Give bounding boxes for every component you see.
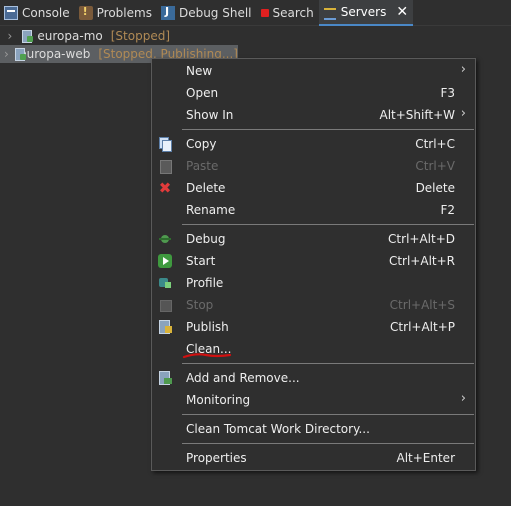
profile-icon: [158, 276, 172, 290]
tab-problems-label: Problems: [96, 6, 152, 20]
debug-shell-icon: [160, 5, 175, 20]
menu-item-label: Monitoring: [186, 393, 251, 407]
menu-item-paste: Paste Ctrl+V: [152, 155, 475, 177]
menu-item-rename[interactable]: Rename F2: [152, 199, 475, 221]
tab-debug-shell-label: Debug Shell: [178, 6, 252, 20]
server-status: [Stopped]: [110, 29, 170, 43]
menu-item-label: Publish: [186, 320, 229, 334]
menu-item-open[interactable]: Open F3: [152, 82, 475, 104]
menu-item-label: Rename: [186, 203, 236, 217]
menu-item-label: Open: [186, 86, 219, 100]
tab-console-label: Console: [22, 6, 70, 20]
menu-item-delete[interactable]: ✖ Delete Delete: [152, 177, 475, 199]
menu-item-shortcut: Delete: [415, 181, 455, 195]
add-remove-icon: [158, 371, 172, 385]
delete-icon: ✖: [158, 179, 172, 197]
tab-servers-label: Servers: [340, 5, 387, 19]
menu-item-show-in[interactable]: Show In Alt+Shift+W ›: [152, 104, 475, 126]
tab-console[interactable]: Console: [0, 0, 75, 26]
search-icon: [260, 9, 269, 17]
stop-icon: [158, 298, 172, 312]
servers-icon: [323, 5, 337, 20]
tab-search[interactable]: Search: [257, 0, 319, 26]
chevron-right-icon: ›: [460, 391, 466, 406]
chevron-right-icon[interactable]: ›: [4, 47, 9, 61]
menu-item-label: Properties: [186, 451, 247, 465]
menu-item-stop: Stop Ctrl+Alt+S: [152, 294, 475, 316]
menu-separator: [182, 443, 474, 444]
menu-item-shortcut: Alt+Enter: [396, 451, 455, 465]
tab-debug-shell[interactable]: Debug Shell: [157, 0, 257, 26]
problems-icon: [78, 5, 93, 20]
chevron-right-icon: ›: [460, 62, 466, 77]
menu-item-properties[interactable]: Properties Alt+Enter: [152, 447, 475, 469]
server-name: europa-web: [19, 47, 91, 61]
copy-icon: [158, 137, 172, 152]
paste-icon: [158, 159, 172, 174]
menu-item-label: Copy: [186, 137, 217, 151]
menu-item-shortcut: Ctrl+Alt+P: [390, 320, 455, 334]
start-icon: [158, 254, 172, 268]
menu-item-shortcut: F2: [440, 203, 455, 217]
menu-item-shortcut: Ctrl+Alt+D: [388, 232, 455, 246]
menu-item-shortcut: Ctrl+C: [415, 137, 455, 151]
menu-item-label: Show In: [186, 108, 234, 122]
console-icon: [4, 6, 18, 20]
tab-search-label: Search: [272, 6, 314, 20]
menu-item-label: Paste: [186, 159, 219, 173]
menu-item-label: Debug: [186, 232, 226, 246]
menu-item-profile[interactable]: Profile: [152, 272, 475, 294]
menu-item-label: Clean Tomcat Work Directory...: [186, 422, 370, 436]
menu-item-publish[interactable]: Publish Ctrl+Alt+P: [152, 316, 475, 338]
menu-separator: [182, 129, 474, 130]
menu-item-clean-tomcat[interactable]: Clean Tomcat Work Directory...: [152, 418, 475, 440]
menu-item-copy[interactable]: Copy Ctrl+C: [152, 133, 475, 155]
server-name: europa-mo: [37, 29, 103, 43]
tab-problems[interactable]: Problems: [75, 0, 157, 26]
menu-item-shortcut: F3: [440, 86, 455, 100]
server-icon: [20, 29, 34, 43]
context-menu: New › Open F3 Show In Alt+Shift+W › Copy…: [151, 58, 476, 471]
menu-item-label: Stop: [186, 298, 214, 312]
menu-item-debug[interactable]: Debug Ctrl+Alt+D: [152, 228, 475, 250]
close-icon[interactable]: ✕: [396, 5, 408, 19]
menu-separator: [182, 224, 474, 225]
menu-item-label: Add and Remove...: [186, 371, 300, 385]
menu-item-add-remove[interactable]: Add and Remove...: [152, 367, 475, 389]
menu-item-monitoring[interactable]: Monitoring ›: [152, 389, 475, 411]
server-icon: [13, 47, 29, 61]
menu-separator: [182, 414, 474, 415]
menu-item-label: Delete: [186, 181, 226, 195]
menu-item-start[interactable]: Start Ctrl+Alt+R: [152, 250, 475, 272]
publish-icon: [158, 320, 172, 334]
chevron-right-icon: ›: [460, 106, 466, 121]
server-row-europa-mo[interactable]: › europa-mo [Stopped]: [0, 27, 170, 45]
red-underline-annotation: [182, 353, 232, 359]
menu-separator: [182, 363, 474, 364]
menu-item-label: Profile: [186, 276, 224, 290]
menu-item-label: Start: [186, 254, 216, 268]
menu-item-shortcut: Ctrl+Alt+S: [389, 298, 455, 312]
tab-servers[interactable]: Servers ✕: [318, 0, 414, 26]
menu-item-label: New: [186, 64, 213, 78]
view-tab-bar: Console Problems Debug Shell Search Serv…: [0, 0, 511, 26]
menu-item-shortcut: Ctrl+V: [415, 159, 455, 173]
menu-item-new[interactable]: New ›: [152, 60, 475, 82]
debug-icon: [158, 232, 172, 246]
menu-item-shortcut: Ctrl+Alt+R: [388, 254, 455, 268]
chevron-right-icon[interactable]: ›: [4, 29, 16, 43]
menu-item-shortcut: Alt+Shift+W: [379, 108, 456, 122]
